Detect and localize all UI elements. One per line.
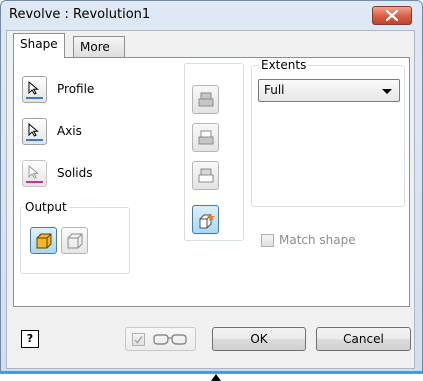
cursor-arrow-icon (28, 81, 39, 95)
tab-shape[interactable]: Shape (13, 33, 65, 58)
tab-more[interactable]: More (73, 36, 125, 58)
extents-selected-value: Full (264, 83, 285, 97)
profile-label: Profile (57, 82, 95, 96)
surface-icon (67, 233, 83, 249)
cancel-button[interactable]: Cancel (316, 327, 411, 351)
expand-arrow-icon[interactable] (211, 374, 221, 381)
new-solid-button[interactable] (192, 205, 219, 234)
output-label: Output (23, 200, 69, 214)
profile-select-button[interactable] (22, 76, 47, 103)
solid-icon (36, 233, 52, 249)
new-solid-icon (199, 213, 215, 229)
axis-select-button[interactable] (22, 118, 47, 145)
intersect-button[interactable] (192, 161, 219, 190)
profile-color-bar (26, 97, 43, 99)
output-solid-button[interactable] (30, 227, 57, 254)
cut-button[interactable] (192, 123, 219, 152)
extents-dropdown[interactable]: Full (258, 79, 400, 102)
solids-select-button[interactable] (22, 160, 47, 187)
close-x-icon (386, 10, 398, 21)
match-shape-checkbox[interactable] (261, 234, 274, 247)
cut-icon (198, 130, 214, 145)
output-surface-button[interactable] (61, 227, 88, 254)
title-bar[interactable]: Revolve : Revolution1 (1, 1, 422, 29)
join-button[interactable] (192, 85, 219, 114)
dialog-client: Shape More Profile Axis Solids Output Ex… (6, 30, 415, 369)
glasses-icon (153, 334, 187, 345)
ok-button[interactable]: OK (212, 327, 306, 351)
axis-color-bar (26, 139, 43, 141)
revolve-dialog: Revolve : Revolution1 Shape More Profile (0, 0, 423, 372)
shape-panel: Profile Axis Solids Output Extents Full … (13, 57, 410, 307)
solids-color-bar (26, 181, 43, 183)
match-shape-label: Match shape (279, 233, 356, 247)
solids-label: Solids (57, 166, 93, 180)
join-icon (198, 92, 214, 107)
close-button[interactable] (372, 6, 412, 25)
cursor-arrow-icon (28, 165, 39, 179)
window-title: Revolve : Revolution1 (9, 7, 151, 22)
cursor-arrow-icon (28, 123, 39, 137)
preview-button[interactable] (125, 327, 196, 351)
checkmark-icon (134, 336, 143, 344)
help-button[interactable]: ? (21, 330, 39, 348)
intersect-icon (198, 168, 214, 183)
axis-label: Axis (57, 124, 82, 138)
chevron-down-icon (382, 89, 392, 94)
preview-checkbox[interactable] (132, 333, 145, 346)
extents-label: Extents (259, 58, 309, 72)
